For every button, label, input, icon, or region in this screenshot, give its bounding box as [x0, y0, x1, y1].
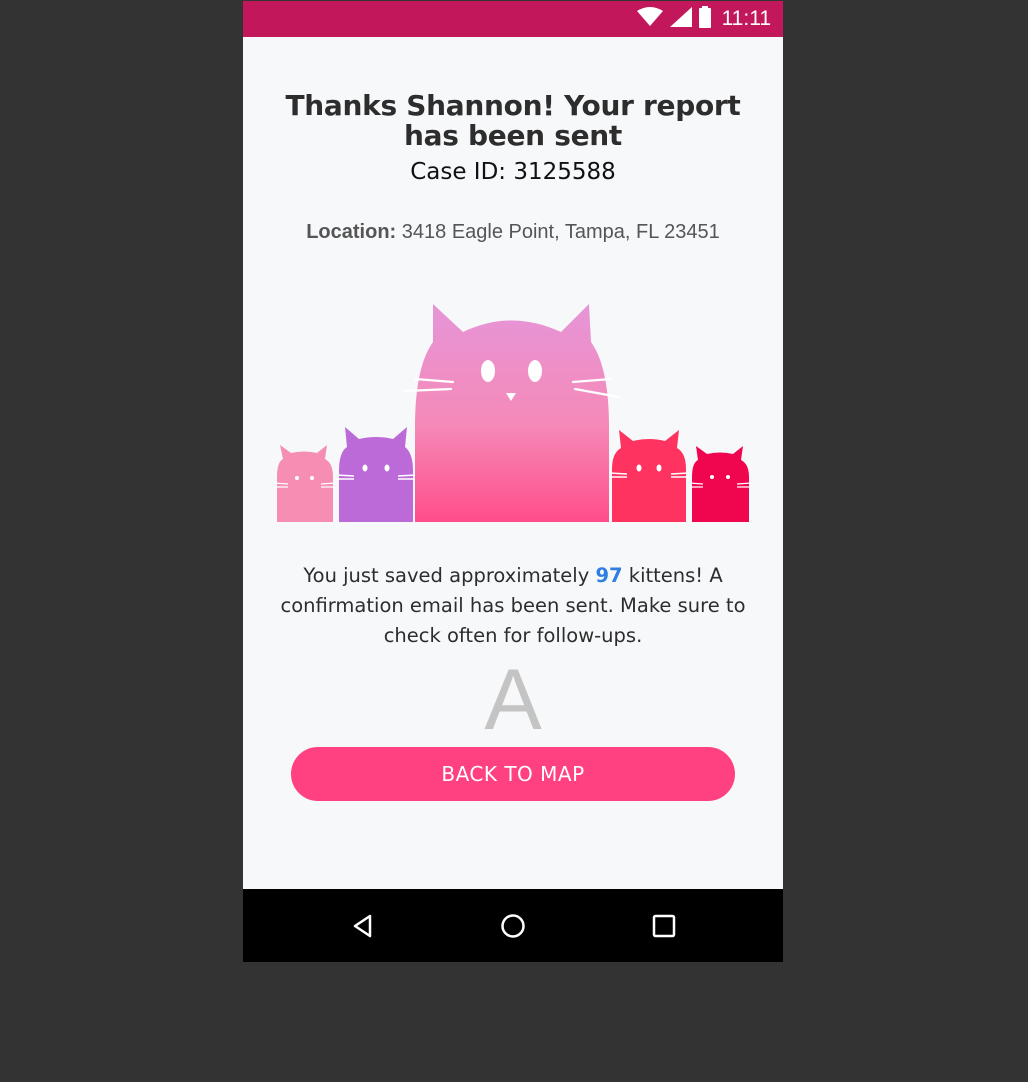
- status-bar: 11:11: [243, 1, 783, 37]
- case-id: Case ID: 3125588: [410, 159, 616, 185]
- location-line: Location: 3418 Eagle Point, Tampa, FL 23…: [263, 221, 763, 244]
- location-value: 3418 Eagle Point, Tampa, FL 23451: [401, 221, 720, 243]
- phone-screen: 11:11 Thanks Shannon! Your report has be…: [243, 1, 783, 962]
- page-title: Thanks Shannon! Your report has been sen…: [285, 89, 741, 152]
- back-to-map-button[interactable]: BACK TO MAP: [291, 747, 735, 801]
- navigation-bar: [243, 889, 783, 962]
- recents-icon[interactable]: [643, 905, 685, 947]
- small-cat-magenta: [688, 446, 752, 522]
- status-time: 11:11: [721, 7, 771, 30]
- signal-icon: [669, 7, 692, 31]
- cats-illustration: [243, 287, 783, 527]
- big-cat: [403, 304, 621, 522]
- saved-kittens-message: You just saved approximately 97 kittens!…: [277, 561, 749, 651]
- cat-red: [608, 430, 690, 522]
- kitten-count: 97: [595, 564, 623, 587]
- confirmation-screen: Thanks Shannon! Your report has been sen…: [243, 37, 783, 889]
- location-label: Location:: [306, 221, 397, 243]
- placeholder-glyph: A: [484, 652, 542, 748]
- battery-icon: [698, 6, 711, 32]
- back-icon[interactable]: [342, 905, 384, 947]
- wifi-icon: [636, 7, 663, 31]
- small-cat-pink: [273, 445, 336, 522]
- cat-purple: [335, 427, 417, 522]
- message-prefix: You just saved approximately: [303, 564, 596, 587]
- home-icon[interactable]: [492, 905, 534, 947]
